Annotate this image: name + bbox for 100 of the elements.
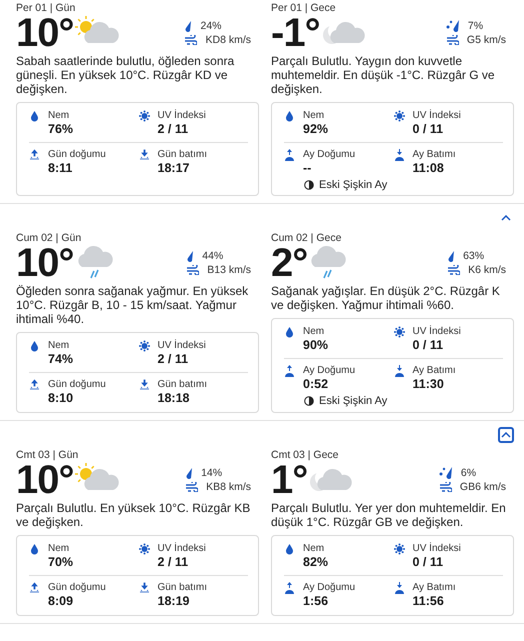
sun-icon [394,110,404,122]
period-label: Cum 02 | Gün [16,232,82,245]
detail-label: Ay Batımı [412,365,456,377]
wind-speed: KB8 km/s [206,481,251,493]
detail-value: 11:56 [412,594,445,609]
forecast-description: Parçalı Bulutlu. Yer yer don muhtemeldir. En düşük 1°C. Rüzgâr GB ve değişken. [271,501,507,529]
detail-label: Gün doğumu [48,582,106,594]
sunrise-icon [29,582,40,594]
detail-label: Ay Batımı [412,582,456,594]
detail-value: 11:30 [412,377,445,392]
chevron-up-icon [501,215,511,221]
detail-label: UV İndeksi [412,326,461,338]
period-label: Per 01 | Gece [271,2,337,15]
precipitation-chance: 63% [463,250,484,262]
detail-value: 11:08 [412,161,445,176]
sun-icon [138,543,150,555]
wind-icon [446,35,459,45]
raindrop-icon [185,468,194,478]
wind-icon [438,482,452,492]
detail-value: 70% [48,555,74,570]
detail-value: 74% [48,352,74,367]
precipitation-chance: 7% [468,20,484,32]
wind-speed: GB6 km/s [460,481,506,493]
wind-speed: KD8 km/s [205,34,251,46]
raindrop-icon [447,250,456,262]
wind-icon [184,35,198,45]
precipitation-chance: 14% [201,467,222,479]
wind-speed: B13 km/s [207,264,251,276]
half-moon-icon [304,396,314,406]
detail-value: 0:52 [303,377,330,392]
wind-icon [185,482,198,492]
detail-value: 0 / 11 [412,555,444,570]
detail-value: 18:19 [158,594,190,609]
period-label: Cum 02 | Gece [271,232,342,245]
droplet-icon [29,110,40,122]
sunset-icon [138,582,150,594]
forecast-description: Parçalı Bulutlu. Yaygın don kuvvetle muhtemeldir. En düşük -1°C. Rüzgâr G ve değişken. [271,54,496,96]
moonset-icon [394,582,404,594]
sunset-icon [138,149,150,161]
moon-phase: Eski Şişkin Ay [319,179,388,191]
detail-value: 18:17 [158,161,190,176]
chevron-up-icon [501,432,511,438]
detail-label: Ay Doğumu [303,365,356,377]
sun-icon [394,326,404,338]
precipitation-chance: 44% [202,250,224,262]
wind-icon [186,265,200,275]
detail-value: 8:09 [48,594,74,609]
collapse-button[interactable] [498,427,514,443]
detail-value: 8:10 [48,391,74,406]
detail-value: 2 / 11 [158,555,190,570]
detail-label: Gün batımı [158,149,207,161]
period-label: Per 01 | Gün [16,2,76,15]
detail-label: Nem [48,110,70,122]
sun-icon [138,340,150,352]
droplet-icon [284,326,295,338]
detail-label: Gün doğumu [48,149,106,161]
sunrise-icon [29,149,40,161]
period-label: Cmt 03 | Gün [16,449,80,462]
wind-speed: G5 km/s [466,34,506,46]
moonrise-icon [284,582,295,594]
moonrise-icon [284,365,295,377]
detail-value: 92% [303,122,328,137]
droplet-icon [284,110,295,122]
detail-value: -- [303,161,312,176]
detail-label: Gün batımı [158,379,207,391]
period-label: Cmt 03 | Gece [271,449,340,462]
moon-phase: Eski Şişkin Ay [319,395,388,407]
temperature: 1° [271,462,308,498]
detail-value: 90% [303,338,328,353]
temperature: 10° [16,245,74,281]
detail-value: 2 / 11 [158,122,190,137]
sunrise-icon [29,379,40,391]
detail-value: 0 / 11 [412,338,444,353]
droplet-icon [29,340,40,352]
forecast-description: Sabah saatlerinde bulutlu, öğleden sonra güneşli. En yüksek 10°C. Rüzgâr KD ve değişken. [16,54,236,96]
sun-icon [138,110,150,122]
temperature: 10° [16,15,74,51]
precipitation-chance: 24% [200,20,222,32]
detail-label: Gün doğumu [48,379,106,391]
wind-speed: K6 km/s [468,264,506,276]
detail-label: Nem [48,340,70,352]
moonrise-icon [284,149,295,161]
forecast-description: Öğleden sonra sağanak yağmur. En yüksek 10°C. Rüzgâr B, 10 - 15 km/saat. Yağmur ihtimali %40. [16,284,250,326]
wind-icon [447,265,460,275]
raindrop-icon [184,20,192,32]
detail-label: UV İndeksi [412,110,461,122]
detail-label: UV İndeksi [412,543,461,555]
detail-label: Nem [48,543,70,555]
detail-value: 0 / 11 [412,122,444,137]
detail-label: Nem [303,326,326,338]
droplet-icon [284,543,295,555]
temperature: 2° [271,245,308,281]
detail-value: 82% [303,555,328,570]
detail-label: Nem [303,110,326,122]
moonset-icon [394,149,404,161]
detail-value: 8:11 [48,161,74,176]
precipitation-chance: 6% [460,467,476,479]
detail-value: 1:56 [303,594,330,609]
sleet-icon [438,467,453,479]
forecast-description: Parçalı Bulutlu. En yüksek 10°C. Rüzgâr KB ve değişken. [16,501,252,529]
